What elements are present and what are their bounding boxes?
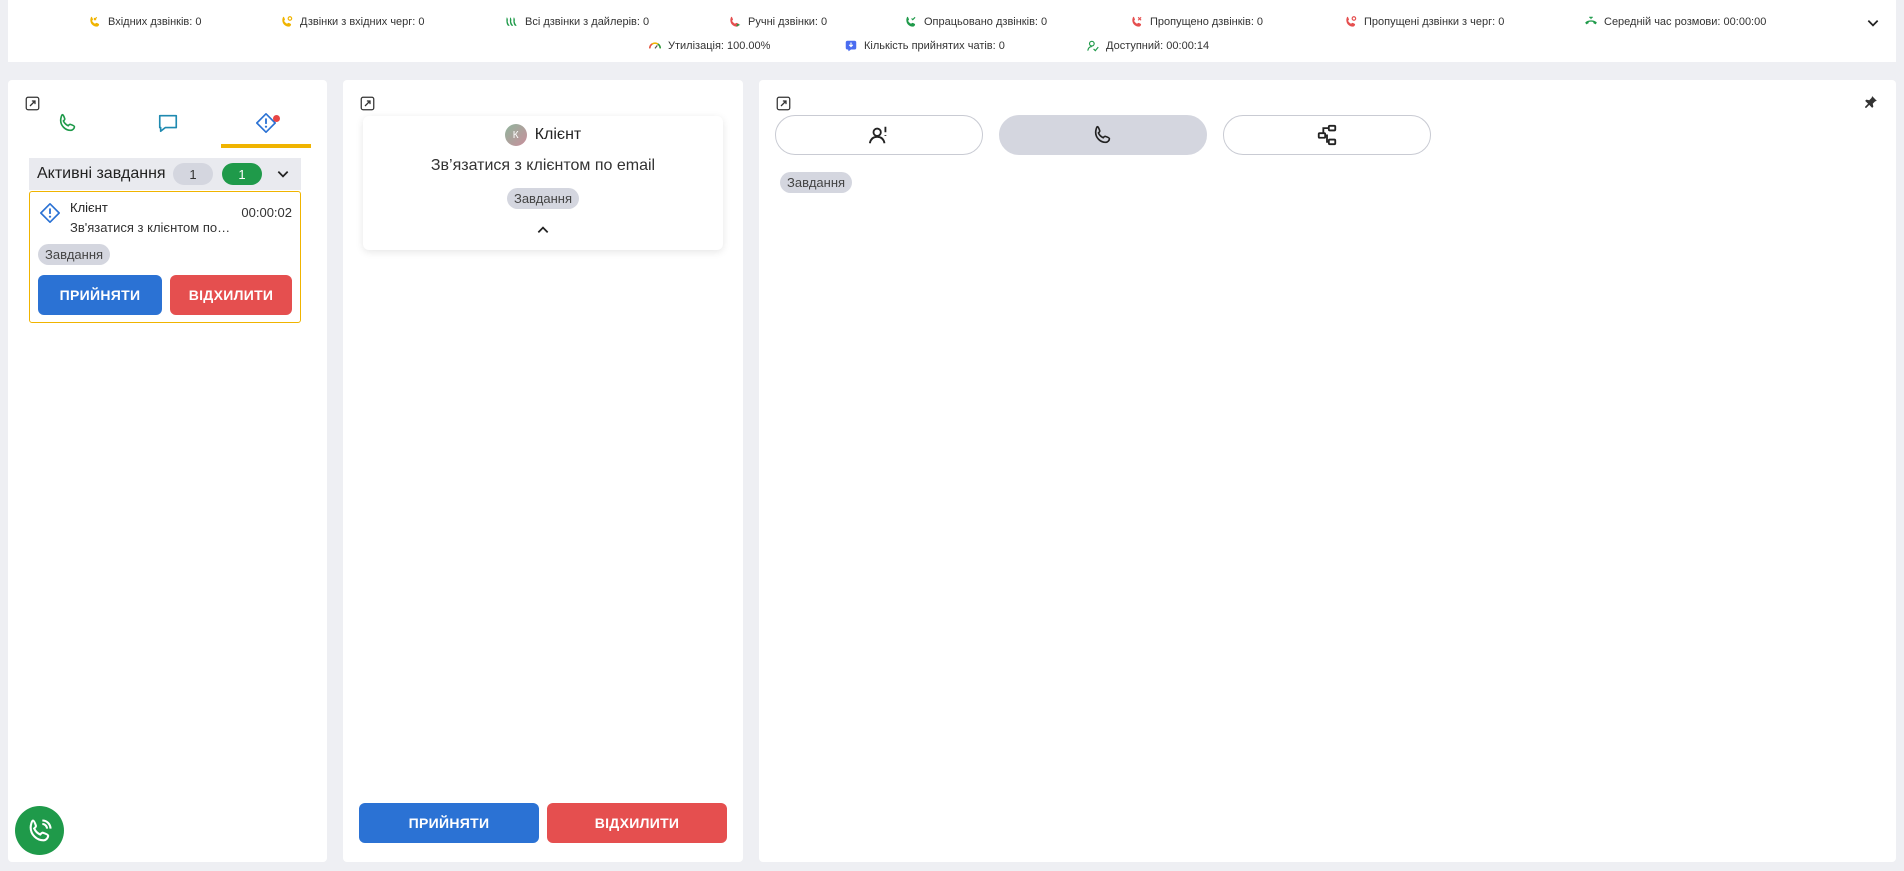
available-status-icon [1087, 40, 1099, 52]
expand-panel-icon[interactable] [25, 96, 40, 111]
incoming-call-icon [90, 16, 100, 27]
active-tasks-header: Активні завдання 1 1 [29, 158, 301, 190]
right-panel [759, 80, 1896, 862]
stat-available-time: Доступний: 00:00:14 [1086, 39, 1209, 53]
accepted-chats-icon [845, 40, 857, 52]
stat-label: Дзвінки з вхідних черг: 0 [300, 16, 425, 28]
stat-label: Ручні дзвінки: 0 [748, 16, 828, 28]
stat-label: Опрацьовано дзвінків: 0 [924, 16, 1048, 28]
utilization-gauge-icon [649, 42, 661, 49]
task-type-tag: Завдання [780, 172, 853, 193]
avatar: К [504, 124, 527, 146]
tasks-total-count-badge: 1 [173, 163, 213, 185]
notification-dot [273, 115, 280, 122]
stat-label: Пропущено дзвінків: 0 [1150, 16, 1264, 28]
task-preview-card: К Клієнт Зв’язатися з клієнтом по email … [363, 116, 723, 250]
tab-tasks[interactable] [221, 112, 311, 148]
phone-icon [1094, 125, 1111, 144]
avg-talk-time-icon [1585, 16, 1597, 25]
dialer-calls-icon [506, 17, 517, 26]
accept-task-button[interactable]: ПРИЙНЯТИ [38, 275, 162, 315]
chevron-up-icon [537, 226, 549, 233]
task-client-name: Клієнт [70, 200, 108, 215]
stat-label: Всі дзвінки з дайлерів: 0 [525, 16, 650, 28]
manual-call-icon [730, 16, 741, 27]
task-subject: Зв’язатися з клієнтом по email [430, 157, 656, 174]
mode-phone-button[interactable] [999, 115, 1207, 155]
stat-avg-talk-time: Середній час розмови: 00:00:00 [1584, 15, 1766, 29]
reject-button[interactable]: ВІДХИЛИТИ [547, 803, 727, 843]
phone-waves-icon [29, 818, 52, 841]
stat-label: Кількість прийнятих чатів: 0 [864, 40, 1005, 52]
queue-calls-icon [282, 16, 293, 27]
client-header: К Клієнт [363, 124, 723, 146]
stat-incoming-calls: Вхідних дзвінків: 0 [88, 15, 202, 29]
task-timer: 00:00:02 [241, 205, 292, 220]
stat-manual-calls: Ручні дзвінки: 0 [728, 15, 827, 29]
stat-utilization: Утилізація: 100.00% [648, 39, 770, 53]
stat-label: Пропущені дзвінки з черг: 0 [1364, 16, 1505, 28]
expand-panel-icon[interactable] [776, 96, 791, 111]
stat-missed-calls: Пропущено дзвінків: 0 [1130, 15, 1263, 29]
stat-label: Доступний: 00:00:14 [1106, 40, 1210, 52]
mode-workflow-button[interactable] [1223, 115, 1431, 155]
client-name: Клієнт [534, 126, 582, 143]
reject-task-button[interactable]: ВІДХИЛИТИ [170, 275, 292, 315]
task-card[interactable]: Клієнт Зв'язатися з клієнтом по email 00… [29, 191, 301, 323]
missed-call-icon [1132, 16, 1142, 27]
workflow-icon [1317, 124, 1337, 146]
chat-icon [158, 114, 178, 133]
channel-tabs [20, 112, 312, 148]
stat-accepted-chats: Кількість прийнятих чатів: 0 [844, 39, 1005, 53]
stat-missed-queue-calls: Пропущені дзвінки з черг: 0 [1344, 15, 1504, 29]
collapse-card-button[interactable] [533, 220, 553, 240]
expand-panel-icon[interactable] [360, 96, 375, 111]
stat-label: Вхідних дзвінків: 0 [108, 16, 202, 28]
task-type-tag: Завдання [506, 188, 580, 209]
missed-queue-call-icon [1346, 16, 1357, 27]
operator-info-icon [868, 126, 887, 144]
active-tasks-title: Активні завдання [37, 165, 166, 182]
accept-button[interactable]: ПРИЙНЯТИ [359, 803, 539, 843]
mode-operator-info-button[interactable] [775, 115, 983, 155]
task-type-tag: Завдання [38, 244, 111, 265]
stat-label: Середній час розмови: 00:00:00 [1604, 16, 1767, 28]
chevron-down-icon [277, 171, 289, 178]
chevron-down-icon [1867, 20, 1879, 27]
softphone-button[interactable] [15, 806, 64, 855]
pin-icon[interactable] [1864, 95, 1878, 109]
tasks-active-count-badge: 1 [222, 163, 262, 185]
stats-collapse-button[interactable] [1864, 14, 1882, 32]
task-icon [40, 203, 60, 223]
task-description: Зв'язатися з клієнтом по email [70, 220, 232, 235]
stat-processed-calls: Опрацьовано дзвінків: 0 [904, 15, 1047, 29]
processed-call-icon [906, 16, 916, 27]
stats-bar: Вхідних дзвінків: 0 Дзвінки з вхідних че… [8, 0, 1896, 62]
stat-dialer-calls: Всі дзвінки з дайлерів: 0 [505, 15, 649, 29]
stat-label: Утилізація: 100.00% [668, 40, 771, 52]
tab-chats[interactable] [123, 112, 213, 148]
phone-icon [59, 113, 76, 132]
tasks-collapse-button[interactable] [273, 164, 293, 184]
tab-calls[interactable] [23, 112, 113, 148]
stat-queue-calls: Дзвінки з вхідних черг: 0 [280, 15, 425, 29]
